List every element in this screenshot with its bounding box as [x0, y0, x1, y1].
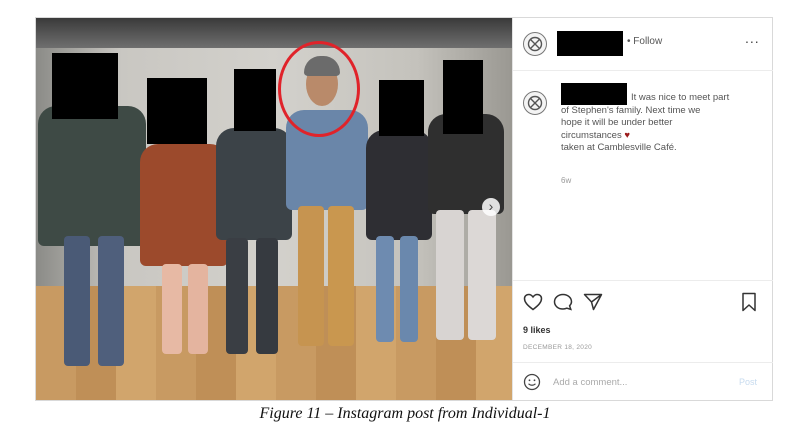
- post-comment-button[interactable]: Post: [739, 377, 757, 387]
- redaction-box: [147, 78, 207, 144]
- post-caption: It was nice to meet part of Stephen's fa…: [561, 92, 761, 155]
- emoji-icon[interactable]: [523, 373, 541, 396]
- person-5: [366, 130, 432, 350]
- redaction-box: [234, 69, 276, 131]
- post-age: 6w: [561, 176, 572, 185]
- more-options-icon[interactable]: ...: [745, 30, 760, 46]
- bookmark-icon[interactable]: [741, 292, 757, 317]
- caption-line-with-heart: circumstances ♥: [561, 130, 761, 143]
- caption-line: of Stephen's family. Next time we: [561, 104, 701, 116]
- crossed-circle-avatar-icon[interactable]: [523, 91, 547, 115]
- highlight-circle: [278, 41, 360, 137]
- heart-icon: ♥: [624, 129, 630, 141]
- redaction-box: [443, 60, 483, 134]
- instagram-post: › • Follow ... It was nice to meet part …: [35, 17, 773, 401]
- caption-line: circumstances: [561, 129, 622, 141]
- comment-bar: Add a comment... Post: [513, 362, 773, 401]
- person-2: [140, 144, 228, 364]
- post-photo: ›: [36, 18, 512, 400]
- redacted-username: [557, 31, 623, 56]
- caption-line: It was nice to meet part: [631, 92, 730, 103]
- person-3: [216, 128, 292, 358]
- comment-icon[interactable]: [553, 293, 573, 316]
- post-sidebar: • Follow ... It was nice to meet part of…: [512, 18, 773, 400]
- action-bar: 9 likes DECEMBER 18, 2020: [513, 280, 773, 361]
- caption-line: taken at Camblesville Café.: [561, 142, 677, 154]
- person-4-highlighted: [282, 110, 372, 360]
- share-icon[interactable]: [583, 293, 603, 316]
- chevron-right-icon[interactable]: ›: [482, 198, 500, 216]
- person-6: [428, 114, 510, 354]
- figure-caption: Figure 11 – Instagram post from Individu…: [259, 405, 551, 422]
- caption-line: hope it will be under better: [561, 117, 673, 129]
- crossed-circle-avatar-icon[interactable]: [523, 32, 547, 56]
- comment-input[interactable]: Add a comment...: [553, 377, 627, 388]
- redaction-box: [379, 80, 424, 136]
- heart-icon[interactable]: [523, 293, 543, 316]
- follow-button[interactable]: • Follow: [627, 36, 662, 47]
- likes-count[interactable]: 9 likes: [523, 325, 551, 335]
- person-1: [38, 106, 146, 376]
- post-header: • Follow ...: [513, 18, 773, 71]
- post-date: DECEMBER 18, 2020: [523, 344, 593, 351]
- redaction-box: [52, 53, 118, 119]
